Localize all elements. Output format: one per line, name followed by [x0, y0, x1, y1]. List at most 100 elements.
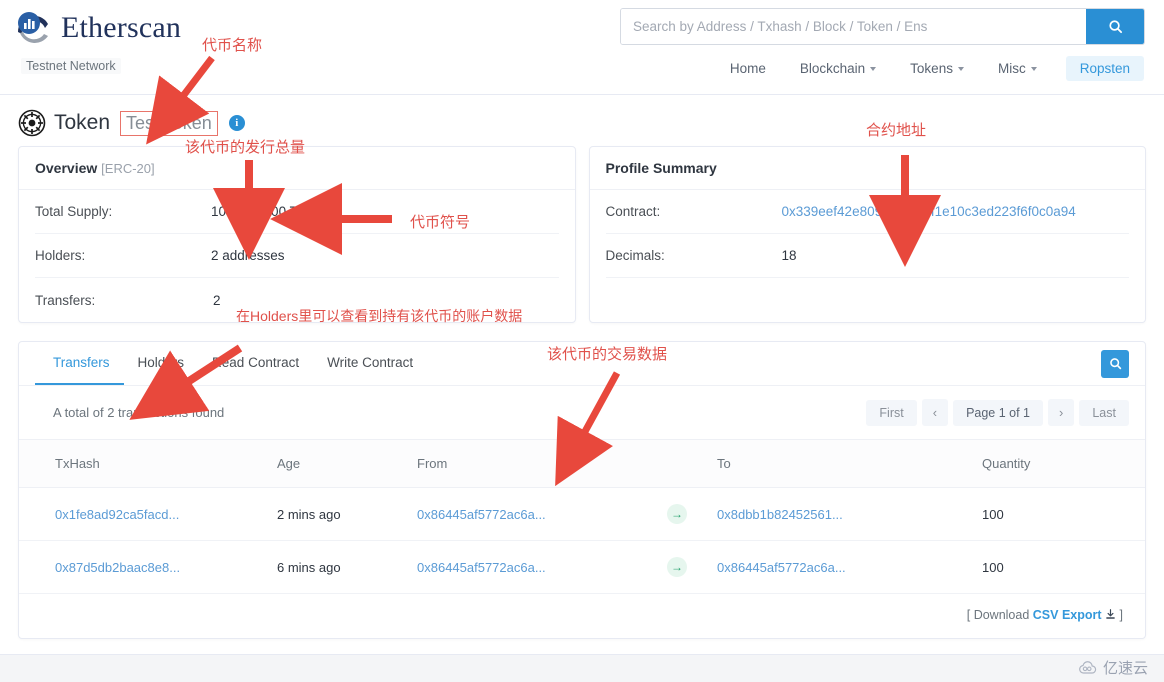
- summary-cards: Overview [ERC-20] Total Supply: 100,000,…: [0, 137, 1164, 323]
- table-row: 0x87d5db2baac8e8... 6 mins ago 0x86445af…: [19, 540, 1145, 594]
- nav-label: Tokens: [910, 61, 953, 76]
- search-button[interactable]: [1086, 9, 1144, 44]
- pagination[interactable]: First ‹ Page 1 of 1 › Last: [866, 399, 1129, 426]
- panel-tabs-row: Transfers Holders Read Contract Write Co…: [19, 342, 1145, 386]
- search-icon: [1109, 358, 1121, 370]
- transactions-found-text: A total of 2 transactions found: [53, 405, 225, 420]
- transactions-table: TxHash Age From To Quantity 0x1fe8ad92ca…: [19, 440, 1145, 594]
- row-value: 18: [781, 248, 797, 263]
- profile-summary-card: Profile Summary Contract: 0x339eef42e809…: [588, 146, 1146, 323]
- csv-suffix: ]: [1119, 608, 1123, 622]
- column-header-txhash: TxHash: [19, 440, 269, 488]
- csv-export-row: [ Download CSV Export ]: [19, 594, 1145, 638]
- row-label: Total Supply:: [35, 204, 113, 219]
- table-head: TxHash Age From To Quantity: [19, 440, 1145, 488]
- cell-age: 6 mins ago: [269, 540, 409, 594]
- row-label: Transfers:: [35, 292, 96, 308]
- cell-direction: →: [659, 540, 709, 594]
- chevron-down-icon: [1030, 66, 1037, 71]
- column-header-spacer: [659, 440, 709, 488]
- profile-card-body: Contract: 0x339eef42e809660f094f1e10c3ed…: [590, 190, 1146, 322]
- search-bar[interactable]: [620, 8, 1145, 45]
- overview-heading: Overview: [35, 160, 98, 176]
- cloud-icon: [1079, 660, 1097, 674]
- csv-export-link[interactable]: CSV Export: [1033, 608, 1102, 622]
- watermark-text: 亿速云: [1102, 660, 1148, 677]
- cell-to: 0x86445af5772ac6a...: [709, 540, 974, 594]
- txhash-link[interactable]: 0x1fe8ad92ca5facd...: [55, 507, 179, 522]
- cell-from: 0x86445af5772ac6a...: [409, 540, 659, 594]
- row-value: 2 addresses: [211, 248, 285, 263]
- nav-item-home[interactable]: Home: [713, 55, 783, 82]
- cell-age: 2 mins ago: [269, 487, 409, 541]
- network-selector-ropsten[interactable]: Ropsten: [1065, 56, 1144, 81]
- from-address-link[interactable]: 0x86445af5772ac6a...: [417, 507, 546, 522]
- to-address-link[interactable]: 0x8dbb1b82452561...: [717, 507, 843, 522]
- tab-transfers[interactable]: Transfers: [35, 342, 124, 385]
- cell-txhash: 0x87d5db2baac8e8...: [19, 540, 269, 594]
- download-icon[interactable]: [1105, 609, 1116, 620]
- profile-heading: Profile Summary: [605, 160, 717, 176]
- top-navigation[interactable]: Home Blockchain Tokens Misc Ropsten: [713, 55, 1144, 82]
- csv-prefix: [ Download: [966, 608, 1030, 622]
- profile-card-header: Profile Summary: [589, 147, 1145, 190]
- column-header-from: From: [409, 440, 659, 488]
- column-header-to: To: [709, 440, 974, 488]
- panel-toolbar: A total of 2 transactions found First ‹ …: [19, 386, 1145, 440]
- nav-label: Home: [729, 61, 766, 76]
- watermark: 亿速云: [1078, 657, 1148, 678]
- nav-item-misc[interactable]: Misc: [981, 55, 1054, 82]
- cell-to: 0x8dbb1b82452561...: [709, 487, 974, 541]
- arrow-right-icon: →: [667, 504, 687, 524]
- token-name: Test Token: [120, 110, 218, 136]
- table-header-row: TxHash Age From To Quantity: [19, 440, 1145, 488]
- token-badge-icon: [18, 109, 46, 137]
- txhash-link[interactable]: 0x87d5db2baac8e8...: [55, 560, 180, 575]
- from-address-link[interactable]: 0x86445af5772ac6a...: [417, 560, 546, 575]
- nav-label: Blockchain: [799, 61, 866, 76]
- cell-txhash: 0x1fe8ad92ca5facd...: [19, 487, 269, 541]
- nav-item-tokens[interactable]: Tokens: [893, 55, 981, 82]
- profile-row-decimals: Decimals: 18: [605, 234, 1129, 278]
- overview-row-total-supply: Total Supply: 100,000,000 TEST: [35, 190, 559, 234]
- page-title-label: Token: [54, 111, 111, 134]
- row-label: Contract:: [605, 204, 661, 219]
- tab-write-contract[interactable]: Write Contract: [313, 342, 427, 385]
- row-label: Decimals:: [605, 248, 665, 263]
- site-header: Etherscan Testnet Network Home Blockchai…: [0, 0, 1164, 95]
- to-address-link[interactable]: 0x86445af5772ac6a...: [717, 560, 846, 575]
- nav-item-blockchain[interactable]: Blockchain: [783, 55, 893, 82]
- panel-tabs[interactable]: Transfers Holders Read Contract Write Co…: [35, 342, 427, 385]
- panel-search-button[interactable]: [1101, 349, 1129, 378]
- cell-quantity: 100: [974, 487, 1145, 541]
- row-value: 100,000,000 TEST: [211, 204, 325, 219]
- arrow-right-icon: →: [667, 557, 687, 577]
- contract-address-link[interactable]: 0x339eef42e809660f094f1e10c3ed223f6f0c0a…: [782, 204, 1076, 219]
- brand-name: Etherscan: [61, 11, 182, 44]
- pagination-prev[interactable]: ‹: [921, 399, 949, 426]
- profile-row-contract: Contract: 0x339eef42e809660f094f1e10c3ed…: [605, 190, 1129, 234]
- overview-card: Overview [ERC-20] Total Supply: 100,000,…: [18, 146, 576, 323]
- testnet-badge: Testnet Network: [21, 58, 121, 74]
- tab-read-contract[interactable]: Read Contract: [198, 342, 313, 385]
- brand[interactable]: Etherscan: [14, 8, 181, 48]
- etherscan-logo-icon: [17, 12, 48, 43]
- pagination-page-label: Page 1 of 1: [953, 399, 1044, 426]
- pagination-first[interactable]: First: [866, 399, 917, 426]
- pagination-next[interactable]: ›: [1048, 399, 1075, 426]
- search-input[interactable]: [621, 9, 1086, 44]
- info-icon[interactable]: i: [228, 115, 245, 131]
- chevron-down-icon: [957, 66, 964, 71]
- cell-quantity: 100: [974, 540, 1145, 594]
- pagination-last[interactable]: Last: [1079, 399, 1129, 426]
- column-header-age: Age: [269, 440, 409, 488]
- cell-from: 0x86445af5772ac6a...: [409, 487, 659, 541]
- overview-card-body: Total Supply: 100,000,000 TEST Holders: …: [19, 190, 575, 322]
- profile-card-spacer: [606, 278, 1130, 322]
- tab-holders[interactable]: Holders: [124, 342, 199, 385]
- overview-row-transfers: Transfers: 2: [35, 278, 559, 322]
- chevron-down-icon: [870, 66, 877, 71]
- overview-row-holders: Holders: 2 addresses: [35, 234, 559, 278]
- footer-strip: [0, 654, 1164, 682]
- transfers-panel: Transfers Holders Read Contract Write Co…: [18, 341, 1146, 639]
